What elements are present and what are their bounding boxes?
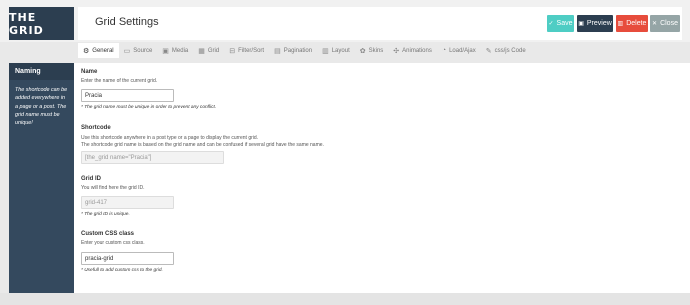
tab-label: Filter/Sort	[238, 47, 265, 54]
css-class-input[interactable]: pracia-grid	[81, 252, 174, 265]
tab-skins[interactable]: ✿ Skins	[355, 43, 389, 58]
grid-icon: ▦	[198, 47, 205, 55]
tab-label: css/js Code	[494, 47, 526, 54]
tab-grid[interactable]: ▦ Grid	[193, 43, 224, 58]
delete-button[interactable]: ▥ Delete	[616, 15, 648, 32]
css-class-label: Custom CSS class	[81, 231, 135, 237]
load-icon: ◔	[441, 47, 447, 54]
tab-label: Animations	[402, 47, 432, 54]
close-icon: ✕	[652, 21, 658, 27]
header-panel: Grid Settings ✓ Save ▣ Preview ▥ Delete …	[78, 7, 682, 40]
check-icon: ✓	[548, 21, 554, 27]
name-label: Name	[81, 69, 98, 75]
shortcode-description: Use this shortcode anywhere in a post ty…	[81, 135, 259, 141]
tab-load-ajax[interactable]: ◔ Load/Ajax	[437, 43, 481, 58]
top-bar: THE GRID Grid Settings ✓ Save ▣ Preview …	[0, 0, 690, 42]
preview-button-label: Preview	[586, 20, 612, 27]
gear-icon: ⚙	[83, 47, 90, 55]
tab-filter-sort[interactable]: ⊟ Filter/Sort	[224, 43, 269, 58]
delete-button-label: Delete	[626, 20, 647, 27]
grid-id-description: You will find here the grid ID.	[81, 185, 145, 191]
bottom-bar	[0, 293, 690, 305]
wrench-icon: ✎	[485, 47, 492, 55]
css-class-hint: * Usefull to add custom css to the grid.	[81, 268, 163, 273]
tab-media[interactable]: ▣ Media	[157, 43, 193, 58]
animations-icon: ✣	[393, 47, 400, 55]
tab-pagination[interactable]: ▤ Pagination	[269, 43, 317, 58]
tab-label: Source	[133, 47, 153, 54]
css-class-description: Enter your custom css class.	[81, 240, 145, 246]
sidebar-title: Naming	[9, 63, 74, 80]
filter-icon: ⊟	[229, 47, 236, 55]
save-button-label: Save	[556, 20, 573, 27]
page-title: Grid Settings	[95, 16, 159, 28]
pagination-icon: ▤	[274, 47, 281, 55]
shortcode-section: Shortcode Use this shortcode anywhere in…	[81, 125, 324, 149]
shortcode-label: Shortcode	[81, 125, 111, 131]
css-class-section: Custom CSS class Enter your custom css c…	[81, 231, 145, 247]
grid-id-label: Grid ID	[81, 176, 102, 182]
image-icon: ▣	[162, 47, 169, 55]
sidebar-text: The shortcode can be added everywhere in…	[15, 87, 68, 127]
grid-id-field[interactable]: grid-417	[81, 196, 174, 209]
tab-label: Pagination	[283, 47, 313, 54]
tab-general[interactable]: ⚙ General	[78, 43, 119, 58]
skins-icon: ✿	[359, 47, 366, 55]
tab-label: Load/Ajax	[449, 47, 476, 54]
close-button-label: Close	[660, 20, 678, 27]
name-hint: * The grid name must be unique in order …	[81, 105, 217, 110]
preview-button[interactable]: ▣ Preview	[577, 15, 613, 32]
tab-label: Grid	[207, 47, 220, 54]
tab-label: Skins	[368, 47, 384, 54]
preview-icon: ▣	[578, 21, 584, 27]
settings-tabs: ⚙ General ▭ Source ▣ Media ▦ Grid ⊟ Filter/Sort ▤ P…	[78, 43, 682, 58]
name-section: Name Enter the name of the current grid.	[81, 69, 157, 85]
name-description: Enter the name of the current grid.	[81, 78, 158, 84]
tab-label: General	[92, 47, 114, 54]
trash-icon: ▥	[617, 21, 624, 27]
main-content: Name Enter the name of the current grid.…	[74, 63, 690, 293]
save-button[interactable]: ✓ Save	[547, 15, 574, 32]
logo-text: THE GRID	[9, 10, 44, 37]
sidebar: Naming The shortcode can be added everyw…	[9, 63, 74, 293]
layout-icon: ▥	[322, 47, 329, 55]
tab-source[interactable]: ▭ Source	[119, 43, 158, 58]
grid-id-hint: * The grid ID is unique.	[81, 212, 130, 217]
grid-id-section: Grid ID You will find here the grid ID.	[81, 176, 144, 192]
tab-animations[interactable]: ✣ Animations	[388, 43, 437, 58]
shortcode-description-2: The shortcode grid name is based on the …	[81, 142, 324, 148]
folder-icon: ▭	[123, 47, 131, 55]
tab-layout[interactable]: ▥ Layout	[317, 43, 355, 58]
tab-label: Layout	[331, 47, 350, 54]
logo: THE GRID	[9, 7, 74, 40]
close-button[interactable]: ✕ Close	[650, 15, 680, 32]
name-input[interactable]: Pracia	[81, 89, 174, 102]
shortcode-field[interactable]: [the_grid name="Pracia"]	[81, 151, 224, 164]
tab-css-js-code[interactable]: ✎ css/js Code	[481, 43, 531, 58]
tab-label: Media	[171, 47, 189, 54]
